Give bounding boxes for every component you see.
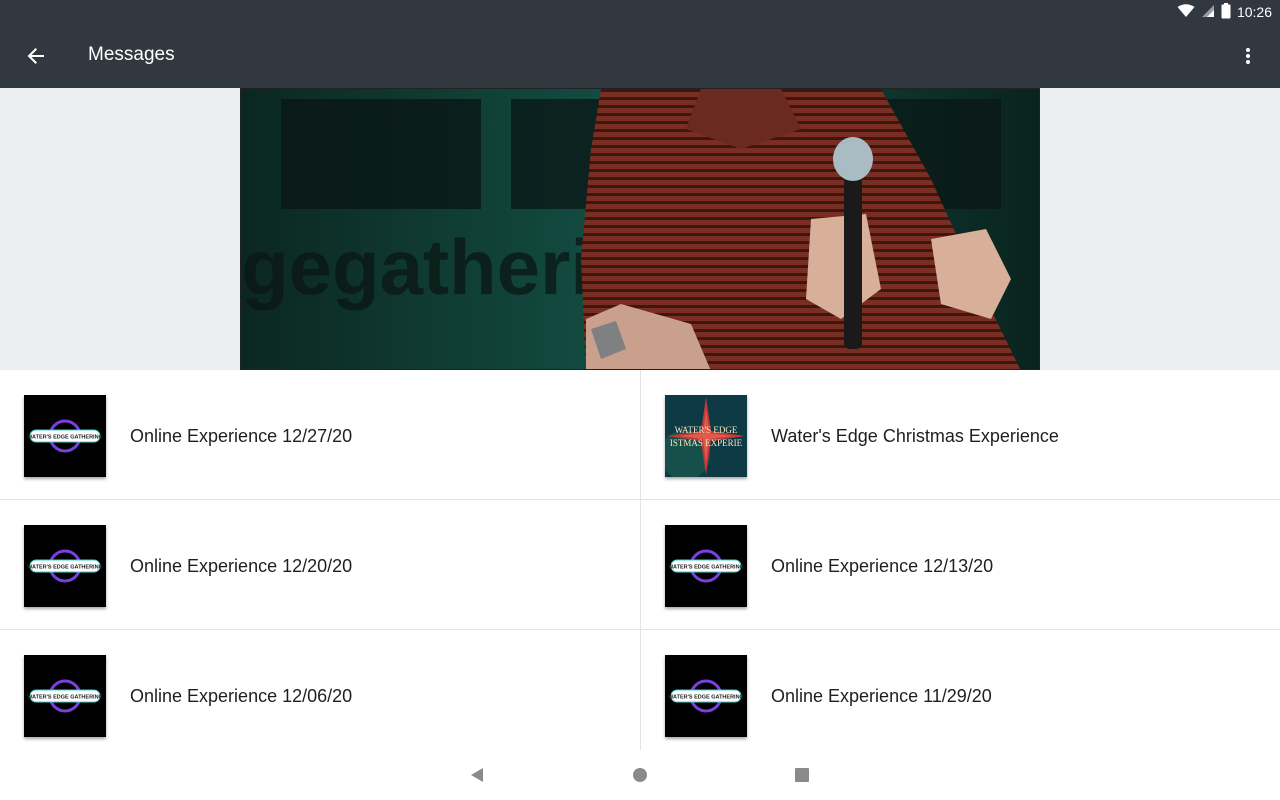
- status-time: 10:26: [1236, 4, 1272, 20]
- nav-recents-icon: [795, 768, 809, 782]
- hero-banner: gegatherin: [0, 88, 1280, 370]
- message-title: Online Experience 12/13/20: [771, 556, 994, 576]
- list-item[interactable]: WATER'S EDGE GATHERING Online Experience…: [640, 630, 1280, 750]
- logo-text: WATER'S EDGE GATHERING: [668, 565, 744, 571]
- message-thumbnail: WATER'S EDGE ISTMAS EXPERIE: [665, 395, 747, 477]
- message-title: Water's Edge Christmas Experience: [771, 426, 1059, 446]
- message-title: Online Experience 12/27/20: [130, 426, 353, 446]
- message-thumbnail: WATER'S EDGE GATHERING: [24, 655, 106, 737]
- list-item[interactable]: WATER'S EDGE GATHERING Online Experience…: [640, 500, 1280, 630]
- list-item[interactable]: WATER'S EDGE GATHERING Online Experience…: [0, 630, 640, 750]
- more-vert-icon: [1246, 48, 1250, 64]
- battery-icon: [1221, 2, 1231, 22]
- logo-text: WATER'S EDGE GATHERING: [27, 565, 103, 571]
- back-button[interactable]: [20, 40, 52, 72]
- message-thumbnail: WATER'S EDGE GATHERING: [24, 395, 106, 477]
- wifi-icon: [1177, 3, 1195, 21]
- list-item[interactable]: WATER'S EDGE GATHERING Online Experience…: [0, 500, 640, 630]
- nav-home-button[interactable]: [628, 763, 652, 787]
- nav-back-button[interactable]: [465, 763, 489, 787]
- list-item[interactable]: WATER'S EDGE ISTMAS EXPERIE Water's Edge…: [640, 370, 1280, 500]
- status-icons: 10:26: [1177, 2, 1272, 22]
- status-bar: 10:26: [0, 0, 1280, 24]
- logo-text: WATER'S EDGE GATHERING: [668, 695, 744, 701]
- nav-home-icon: [633, 768, 647, 782]
- signal-icon: [1201, 4, 1215, 21]
- logo-text: WATER'S EDGE GATHERING: [27, 695, 103, 701]
- message-title: Online Experience 12/20/20: [130, 556, 353, 576]
- message-thumbnail: WATER'S EDGE GATHERING: [665, 655, 747, 737]
- logo-text: WATER'S EDGE GATHERING: [27, 435, 103, 441]
- message-thumbnail: WATER'S EDGE GATHERING: [24, 525, 106, 607]
- thumb-text-line-2: ISTMAS EXPERIE: [670, 438, 743, 448]
- arrow-back-icon: [27, 48, 44, 64]
- message-title: Online Experience 12/06/20: [130, 686, 353, 706]
- message-title: Online Experience 11/29/20: [771, 686, 992, 706]
- message-thumbnail: WATER'S EDGE GATHERING: [665, 525, 747, 607]
- page-title: Messages: [88, 44, 175, 65]
- nav-recents-button[interactable]: [790, 763, 814, 787]
- thumb-text-line-1: WATER'S EDGE: [675, 425, 738, 435]
- overflow-menu-button[interactable]: [1232, 40, 1264, 72]
- hero-image: gegatherin: [240, 88, 1040, 370]
- system-nav-bar: [0, 750, 1280, 800]
- list-item[interactable]: WATER'S EDGE GATHERING Online Experience…: [0, 370, 640, 500]
- app-bar: Messages: [0, 24, 1280, 88]
- hero-background-text: gegatherin: [241, 223, 640, 311]
- nav-back-icon: [471, 768, 483, 782]
- messages-grid: WATER'S EDGE GATHERING Online Experience…: [0, 370, 1280, 750]
